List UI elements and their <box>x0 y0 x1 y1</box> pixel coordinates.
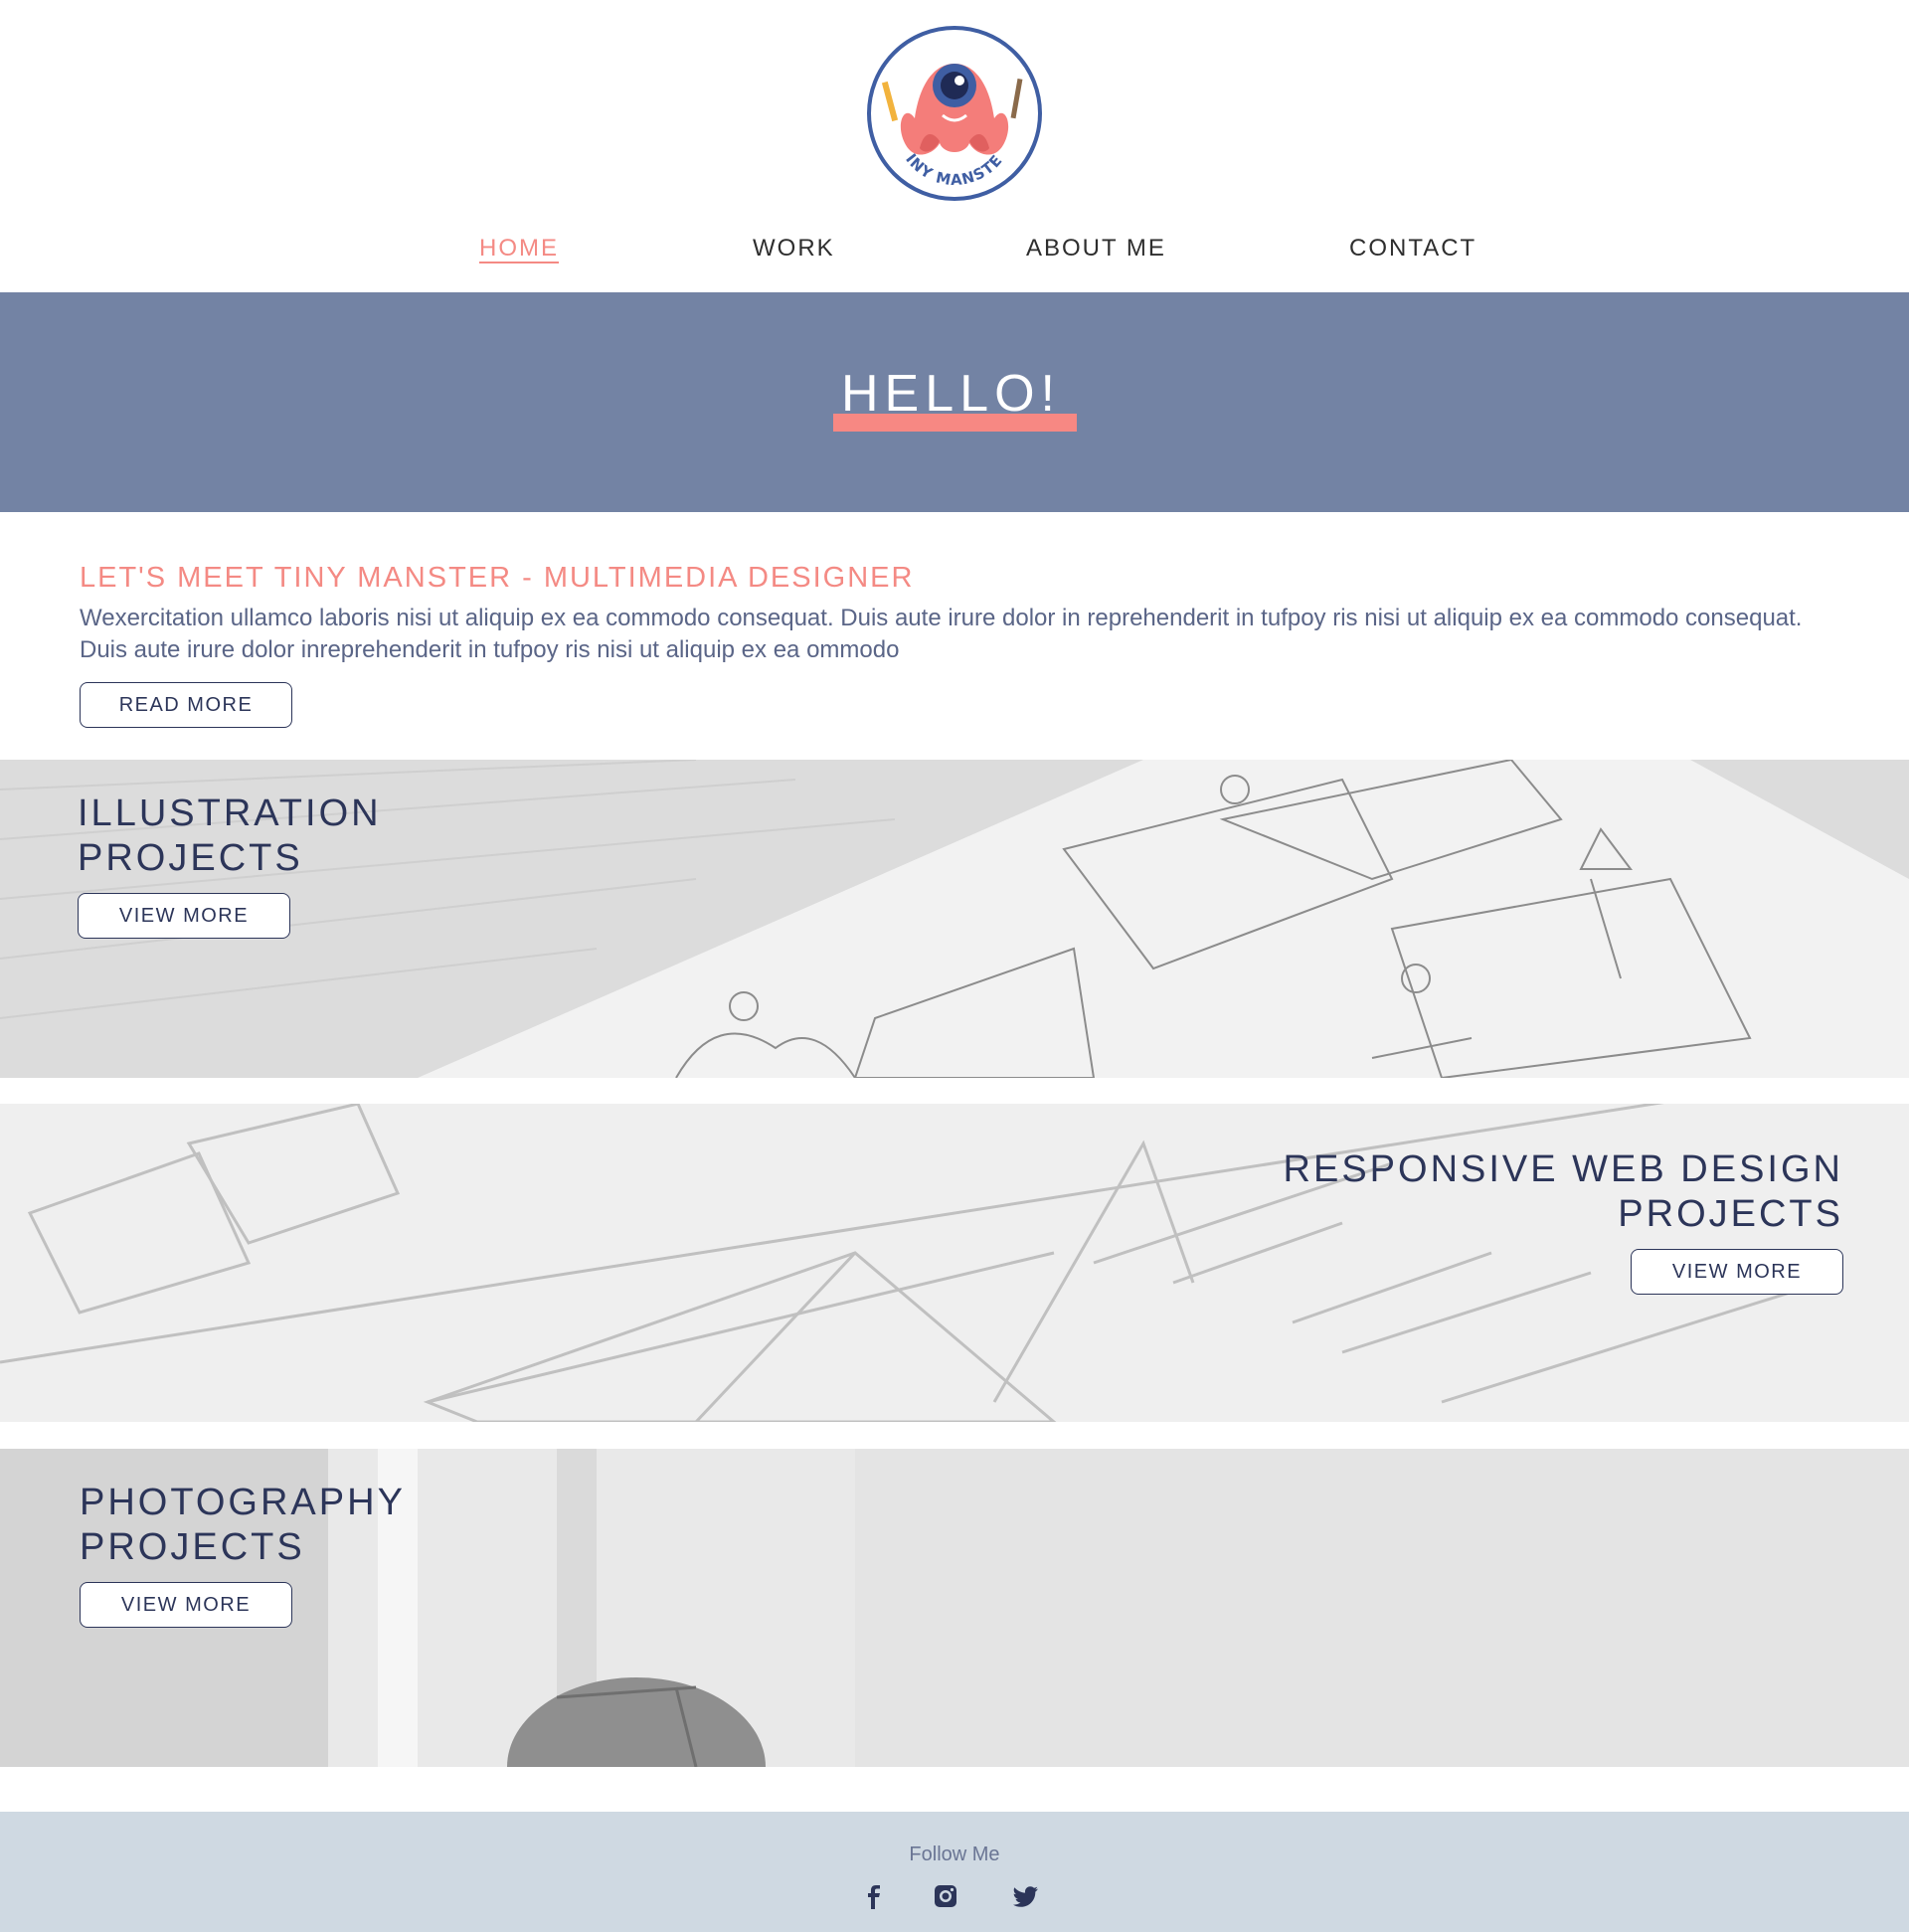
photography-title-line2: PROJECTS <box>80 1526 305 1568</box>
intro-section: LET'S MEET TINY MANSTER - MULTIMEDIA DES… <box>80 562 1829 728</box>
nav-item-home[interactable]: HOME <box>479 235 559 263</box>
photography-projects-band[interactable]: PHOTOGRAPHY PROJECTS VIEW MORE <box>0 1449 1909 1767</box>
read-more-button[interactable]: READ MORE <box>80 682 292 728</box>
nav-item-contact[interactable]: CONTACT <box>1349 235 1476 263</box>
photography-view-more-button[interactable]: VIEW MORE <box>80 1582 292 1628</box>
footer: Follow Me <box>0 1812 1909 1932</box>
web-design-title-line1: RESPONSIVE WEB DESIGN <box>1283 1148 1843 1190</box>
web-design-projects-band[interactable]: RESPONSIVE WEB DESIGN PROJECTS VIEW MORE <box>0 1104 1909 1422</box>
hero-title: HELLO! <box>841 365 1061 423</box>
illustration-view-more-button[interactable]: VIEW MORE <box>78 893 290 939</box>
monster-logo-icon: TINY MANSTER <box>865 24 1042 201</box>
instagram-icon[interactable] <box>931 1881 960 1911</box>
site-logo[interactable]: TINY MANSTER <box>865 24 1044 203</box>
hero-banner: HELLO! <box>0 292 1909 512</box>
follow-me-label: Follow Me <box>909 1844 1000 1865</box>
photography-content: PHOTOGRAPHY PROJECTS VIEW MORE <box>80 1481 406 1628</box>
illustration-title-line2: PROJECTS <box>78 837 303 879</box>
web-design-title-line2: PROJECTS <box>1618 1193 1843 1235</box>
hero-title-group: HELLO! <box>833 292 1077 512</box>
nav-item-work[interactable]: WORK <box>753 235 835 263</box>
intro-heading: LET'S MEET TINY MANSTER - MULTIMEDIA DES… <box>80 562 915 594</box>
illustration-projects-band[interactable]: ILLUSTRATION PROJECTS VIEW MORE <box>0 760 1909 1078</box>
photography-title-line1: PHOTOGRAPHY <box>80 1482 406 1523</box>
social-links <box>0 1881 1909 1913</box>
illustration-content: ILLUSTRATION PROJECTS VIEW MORE <box>78 791 382 939</box>
main-nav: HOME WORK ABOUT ME CONTACT <box>0 229 1909 272</box>
facebook-icon[interactable] <box>859 1881 889 1911</box>
web-design-view-more-button[interactable]: VIEW MORE <box>1631 1249 1843 1295</box>
intro-body: Wexercitation ullamco laboris nisi ut al… <box>80 605 1803 663</box>
twitter-icon[interactable] <box>1011 1881 1041 1911</box>
web-design-content: RESPONSIVE WEB DESIGN PROJECTS VIEW MORE <box>1284 1147 1843 1295</box>
nav-item-about-me[interactable]: ABOUT ME <box>1026 235 1166 263</box>
illustration-title-line1: ILLUSTRATION <box>78 792 382 834</box>
